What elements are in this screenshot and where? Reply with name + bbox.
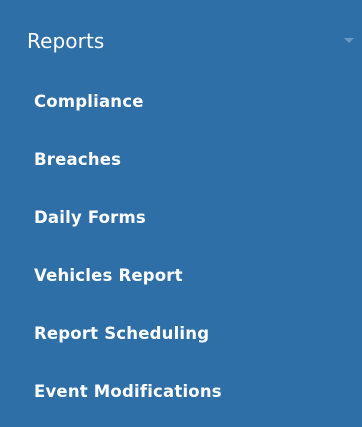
submenu-item-label: Breaches bbox=[34, 150, 122, 169]
submenu-item-breaches[interactable]: Breaches bbox=[0, 128, 362, 176]
reports-menu-title: Reports bbox=[27, 29, 105, 53]
submenu-item-label: Event Modifications bbox=[34, 382, 222, 401]
reports-menu: Reports Compliance Breaches Daily Forms … bbox=[0, 0, 362, 427]
submenu-item-label: Compliance bbox=[34, 92, 144, 111]
submenu-item-report-scheduling[interactable]: Report Scheduling bbox=[0, 302, 362, 350]
submenu-item-label: Report Scheduling bbox=[34, 324, 210, 343]
menu-bottom-strip bbox=[0, 419, 362, 427]
chevron-down-icon[interactable] bbox=[344, 38, 354, 43]
submenu-item-label: Daily Forms bbox=[34, 208, 146, 227]
reports-submenu: Compliance Breaches Daily Forms Vehicles… bbox=[0, 70, 362, 414]
submenu-item-compliance[interactable]: Compliance bbox=[0, 70, 362, 118]
submenu-item-daily-forms[interactable]: Daily Forms bbox=[0, 186, 362, 234]
submenu-item-event-modifications[interactable]: Event Modifications bbox=[0, 360, 362, 408]
submenu-item-label: Vehicles Report bbox=[34, 266, 183, 285]
submenu-item-vehicles-report[interactable]: Vehicles Report bbox=[0, 244, 362, 292]
